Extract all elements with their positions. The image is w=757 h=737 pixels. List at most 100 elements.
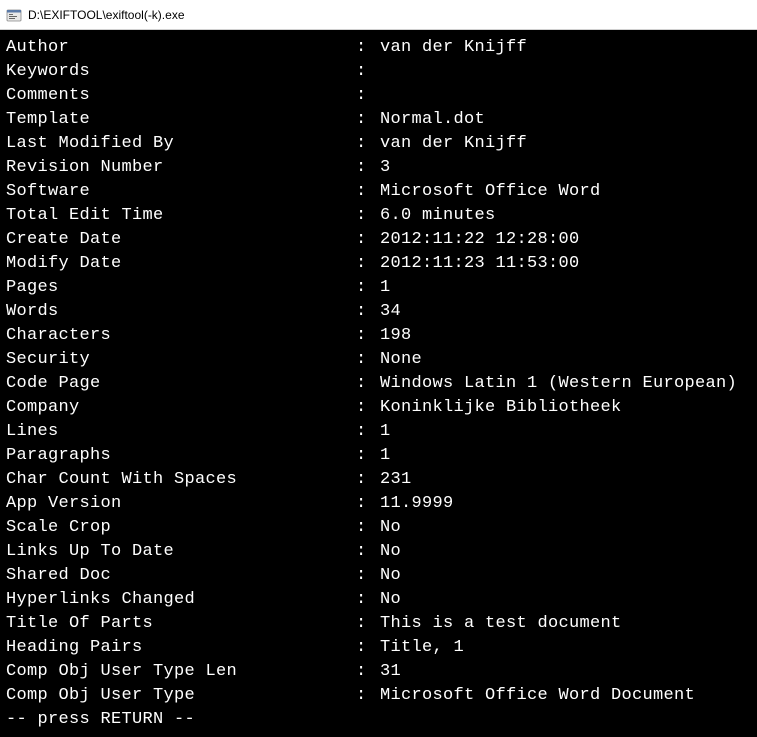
colon-separator: : bbox=[356, 300, 380, 324]
metadata-row: Comp Obj User Type: Microsoft Office Wor… bbox=[6, 684, 751, 708]
metadata-key: Template bbox=[6, 108, 356, 132]
metadata-key: Paragraphs bbox=[6, 444, 356, 468]
colon-separator: : bbox=[356, 660, 380, 684]
colon-separator: : bbox=[356, 588, 380, 612]
metadata-key: Words bbox=[6, 300, 356, 324]
metadata-row: Char Count With Spaces: 231 bbox=[6, 468, 751, 492]
metadata-key: Modify Date bbox=[6, 252, 356, 276]
metadata-value: 1 bbox=[380, 420, 751, 444]
metadata-row: Last Modified By: van der Knijff bbox=[6, 132, 751, 156]
colon-separator: : bbox=[356, 684, 380, 708]
metadata-row: Total Edit Time: 6.0 minutes bbox=[6, 204, 751, 228]
colon-separator: : bbox=[356, 468, 380, 492]
colon-separator: : bbox=[356, 324, 380, 348]
colon-separator: : bbox=[356, 444, 380, 468]
colon-separator: : bbox=[356, 156, 380, 180]
metadata-row: Security: None bbox=[6, 348, 751, 372]
metadata-row: Comp Obj User Type Len: 31 bbox=[6, 660, 751, 684]
metadata-value: No bbox=[380, 564, 751, 588]
metadata-value: 2012:11:23 11:53:00 bbox=[380, 252, 751, 276]
metadata-value: 231 bbox=[380, 468, 751, 492]
colon-separator: : bbox=[356, 228, 380, 252]
metadata-key: Lines bbox=[6, 420, 356, 444]
app-icon bbox=[6, 7, 22, 23]
metadata-row: Pages: 1 bbox=[6, 276, 751, 300]
metadata-value: Windows Latin 1 (Western European) bbox=[380, 372, 751, 396]
metadata-key: Keywords bbox=[6, 60, 356, 84]
metadata-value: This is a test document bbox=[380, 612, 751, 636]
metadata-row: Software: Microsoft Office Word bbox=[6, 180, 751, 204]
metadata-row: Keywords: bbox=[6, 60, 751, 84]
metadata-key: Shared Doc bbox=[6, 564, 356, 588]
metadata-key: Characters bbox=[6, 324, 356, 348]
metadata-row: Company: Koninklijke Bibliotheek bbox=[6, 396, 751, 420]
colon-separator: : bbox=[356, 60, 380, 84]
metadata-key: Security bbox=[6, 348, 356, 372]
metadata-value: van der Knijff bbox=[380, 132, 751, 156]
colon-separator: : bbox=[356, 276, 380, 300]
metadata-key: Author bbox=[6, 36, 356, 60]
metadata-value: 6.0 minutes bbox=[380, 204, 751, 228]
metadata-value: Microsoft Office Word bbox=[380, 180, 751, 204]
colon-separator: : bbox=[356, 84, 380, 108]
metadata-key: Comments bbox=[6, 84, 356, 108]
metadata-value: Normal.dot bbox=[380, 108, 751, 132]
metadata-value: 11.9999 bbox=[380, 492, 751, 516]
metadata-key: App Version bbox=[6, 492, 356, 516]
metadata-value: Microsoft Office Word Document bbox=[380, 684, 751, 708]
metadata-key: Code Page bbox=[6, 372, 356, 396]
metadata-key: Software bbox=[6, 180, 356, 204]
metadata-row: Paragraphs: 1 bbox=[6, 444, 751, 468]
metadata-value: 3 bbox=[380, 156, 751, 180]
colon-separator: : bbox=[356, 348, 380, 372]
metadata-value: No bbox=[380, 588, 751, 612]
metadata-value bbox=[380, 60, 751, 84]
metadata-row: Comments: bbox=[6, 84, 751, 108]
metadata-value: 31 bbox=[380, 660, 751, 684]
metadata-key: Char Count With Spaces bbox=[6, 468, 356, 492]
colon-separator: : bbox=[356, 204, 380, 228]
metadata-key: Comp Obj User Type Len bbox=[6, 660, 356, 684]
metadata-key: Total Edit Time bbox=[6, 204, 356, 228]
metadata-key: Last Modified By bbox=[6, 132, 356, 156]
metadata-key: Create Date bbox=[6, 228, 356, 252]
metadata-value: van der Knijff bbox=[380, 36, 751, 60]
metadata-value: No bbox=[380, 540, 751, 564]
colon-separator: : bbox=[356, 36, 380, 60]
metadata-row: Lines: 1 bbox=[6, 420, 751, 444]
metadata-row: Revision Number: 3 bbox=[6, 156, 751, 180]
colon-separator: : bbox=[356, 636, 380, 660]
metadata-key: Scale Crop bbox=[6, 516, 356, 540]
colon-separator: : bbox=[356, 516, 380, 540]
metadata-row: Modify Date: 2012:11:23 11:53:00 bbox=[6, 252, 751, 276]
metadata-value: No bbox=[380, 516, 751, 540]
metadata-row: Links Up To Date: No bbox=[6, 540, 751, 564]
metadata-value: 198 bbox=[380, 324, 751, 348]
metadata-row: Hyperlinks Changed: No bbox=[6, 588, 751, 612]
metadata-key: Hyperlinks Changed bbox=[6, 588, 356, 612]
terminal-output[interactable]: Author: van der KnijffKeywords: Comments… bbox=[0, 30, 757, 737]
metadata-value: 1 bbox=[380, 444, 751, 468]
metadata-value: 34 bbox=[380, 300, 751, 324]
metadata-value: None bbox=[380, 348, 751, 372]
metadata-key: Links Up To Date bbox=[6, 540, 356, 564]
window-titlebar[interactable]: D:\EXIFTOOL\exiftool(-k).exe bbox=[0, 0, 757, 30]
colon-separator: : bbox=[356, 108, 380, 132]
metadata-value: Title, 1 bbox=[380, 636, 751, 660]
metadata-row: Characters: 198 bbox=[6, 324, 751, 348]
colon-separator: : bbox=[356, 612, 380, 636]
metadata-row: Scale Crop: No bbox=[6, 516, 751, 540]
colon-separator: : bbox=[356, 420, 380, 444]
metadata-value: 1 bbox=[380, 276, 751, 300]
metadata-key: Comp Obj User Type bbox=[6, 684, 356, 708]
metadata-row: Template: Normal.dot bbox=[6, 108, 751, 132]
metadata-row: Title Of Parts: This is a test document bbox=[6, 612, 751, 636]
colon-separator: : bbox=[356, 372, 380, 396]
metadata-row: Author: van der Knijff bbox=[6, 36, 751, 60]
metadata-key: Heading Pairs bbox=[6, 636, 356, 660]
metadata-key: Pages bbox=[6, 276, 356, 300]
metadata-value: 2012:11:22 12:28:00 bbox=[380, 228, 751, 252]
press-return-prompt: -- press RETURN -- bbox=[6, 708, 751, 732]
metadata-value bbox=[380, 84, 751, 108]
colon-separator: : bbox=[356, 540, 380, 564]
